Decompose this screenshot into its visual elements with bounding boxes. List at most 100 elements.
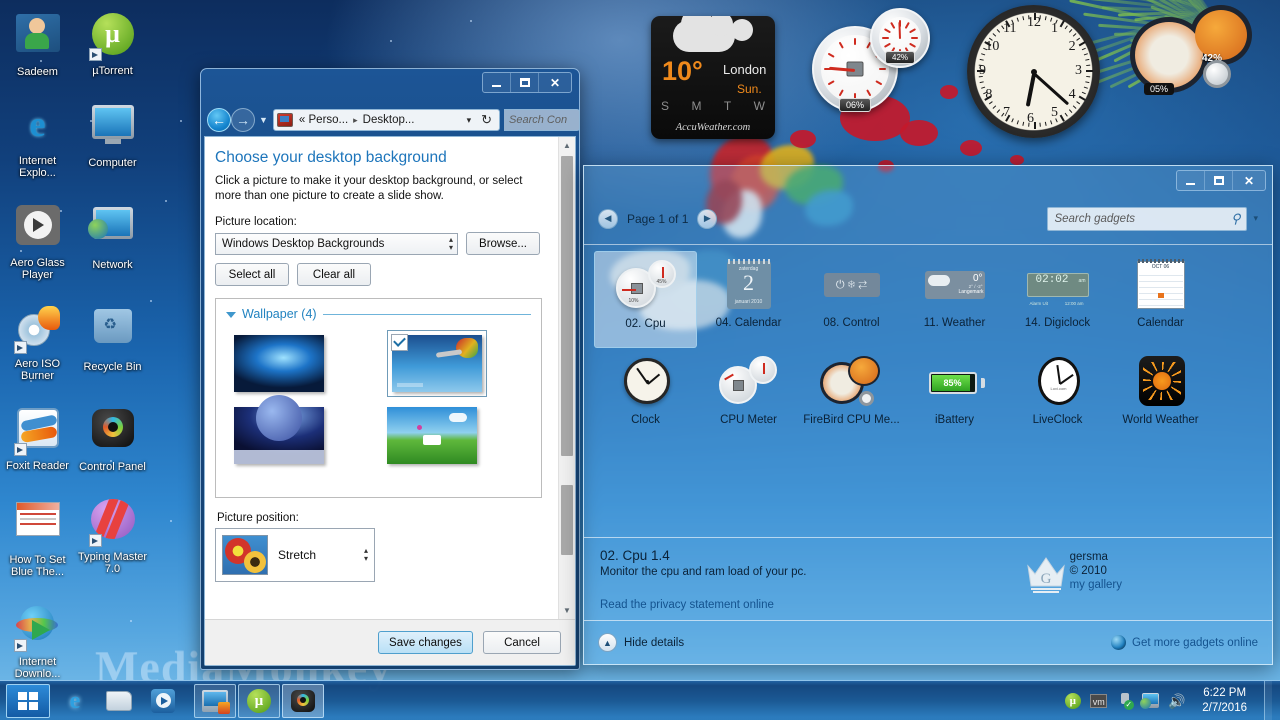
winter-planet-wallpaper[interactable] xyxy=(234,407,324,464)
my-gallery-link[interactable]: my gallery xyxy=(1070,578,1122,592)
desktop-gadget-gallery-window[interactable]: ✕ ◀ Page 1 of 1 ▶ Search gadgets ⚲ ▾ 10%… xyxy=(583,165,1273,665)
scroll-up-arrow-icon[interactable]: ▲ xyxy=(559,137,575,154)
minimize-button[interactable] xyxy=(483,73,511,92)
desktop-icon-control-panel[interactable]: Control Panel xyxy=(75,398,150,473)
gadget-item-label: 14. Digiclock xyxy=(1025,317,1090,329)
thumbnail-checkbox[interactable] xyxy=(391,334,408,351)
search-input[interactable]: Search Con xyxy=(504,109,580,131)
desktop-icon-recycle-bin[interactable]: ♻Recycle Bin xyxy=(75,297,150,373)
collapse-triangle-icon[interactable] xyxy=(226,312,236,318)
thumbnail-frame[interactable] xyxy=(387,407,477,464)
forward-button[interactable]: → xyxy=(231,108,255,132)
utorrent-taskbar-icon[interactable]: µ xyxy=(238,684,280,718)
desktop-background-window[interactable]: ✕ ← → ▼ « Perso... ▸ Desktop... ▾ ↻ Sear… xyxy=(200,68,580,670)
address-dropdown-icon[interactable]: ▾ xyxy=(461,115,478,126)
scroll-down-arrow-icon[interactable]: ▼ xyxy=(559,602,575,619)
picture-position-select[interactable]: Stretch ▴▾ xyxy=(215,528,375,582)
gadget-gallery-taskbar-icon[interactable] xyxy=(282,684,324,718)
clear-all-button[interactable]: Clear all xyxy=(297,263,371,286)
gadget-window-titlebar[interactable]: ✕ xyxy=(583,165,1273,193)
wallpaper-thumbnail-cell[interactable] xyxy=(226,327,379,399)
refresh-icon[interactable]: ↻ xyxy=(477,112,496,128)
gadget-close-button[interactable]: ✕ xyxy=(1233,171,1265,190)
gadget-item-calendar[interactable]: OCT 06Calendar xyxy=(1109,251,1212,348)
taskbar-clock[interactable]: 6:22 PM 2/7/2016 xyxy=(1194,686,1255,716)
breadcrumb-item-2[interactable]: Desktop... xyxy=(361,114,417,126)
get-more-gadgets-link[interactable]: Get more gadgets online xyxy=(1111,635,1258,650)
gadget-maximize-button[interactable] xyxy=(1205,171,1233,190)
desktop-icon-network[interactable]: Network xyxy=(75,195,150,271)
desktop-icon-internet-downlo[interactable]: Internet Downlo... xyxy=(0,594,75,680)
gadget-search-input[interactable]: Search gadgets ⚲ xyxy=(1047,207,1247,231)
analog-clock-gadget[interactable]: 121234567891011 xyxy=(967,5,1100,138)
picture-location-select[interactable]: Windows Desktop Backgrounds ▴▾ xyxy=(215,233,458,255)
gadget-item-08-control[interactable]: ⏻ ❄ ⇄08. Control xyxy=(800,251,903,348)
desktop-icon-typing-master-7-0[interactable]: Typing Master 7.0 xyxy=(75,489,150,575)
utorrent-tray-icon[interactable]: µ xyxy=(1064,692,1081,709)
gadget-minimize-button[interactable] xyxy=(1177,171,1205,190)
desktop-icon-computer[interactable]: Computer xyxy=(75,94,150,169)
thumbnail-frame[interactable] xyxy=(234,407,324,464)
wallpaper-thumbnail-cell[interactable] xyxy=(379,327,532,399)
vm-tray-icon[interactable]: vm xyxy=(1090,692,1107,709)
desktop-icon-aero-glass-player[interactable]: Aero Glass Player xyxy=(0,195,75,281)
firebird-cpu-meter-gadget[interactable]: 05% 42% xyxy=(1130,5,1260,105)
wallpaper-thumbnail-cell[interactable] xyxy=(379,399,532,471)
breadcrumb-item-1[interactable]: « Perso... xyxy=(297,114,350,126)
browse-button[interactable]: Browse... xyxy=(466,232,540,255)
maximize-button[interactable] xyxy=(511,73,539,92)
desktop-icon-sadeem[interactable]: Sadeem xyxy=(0,4,75,78)
selected-thumbnail-frame[interactable] xyxy=(387,330,487,397)
save-changes-button[interactable]: Save changes xyxy=(378,631,473,654)
desktop-icon--torrent[interactable]: µµTorrent xyxy=(75,4,150,77)
gadget-item-clock[interactable]: Clock xyxy=(594,348,697,445)
accuweather-gadget[interactable]: 10° London Sun. SMTW AccuWeather.com xyxy=(651,16,775,139)
gadget-item-firebird-cpu-me[interactable]: FireBird CPU Me... xyxy=(800,348,903,445)
internet-explorer-taskbar-icon[interactable]: e xyxy=(54,684,96,718)
thumbnail-frame[interactable] xyxy=(234,335,324,392)
search-dropdown-chevron-icon[interactable]: ▾ xyxy=(1253,213,1258,224)
tray-icon-list: µvm ✓ 🔊 xyxy=(1064,692,1185,709)
personalization-taskbar-icon[interactable] xyxy=(194,684,236,718)
show-desktop-button[interactable] xyxy=(1264,681,1272,720)
wallpaper-thumbnail-cell[interactable] xyxy=(226,399,379,471)
gadget-item-ibattery[interactable]: 85%iBattery xyxy=(903,348,1006,445)
safely-remove-tray-icon[interactable]: ✓ xyxy=(1116,692,1133,709)
desktop-icon-aero-iso-burner[interactable]: Aero ISO Burner xyxy=(0,297,75,382)
window-titlebar[interactable]: ✕ xyxy=(200,68,580,104)
previous-page-button[interactable]: ◀ xyxy=(598,209,618,229)
cpu-meter-gadget[interactable]: 06% 42% xyxy=(812,8,932,114)
vertical-scrollbar[interactable]: ▲ ▼ xyxy=(558,137,575,619)
hide-details-chevron-icon[interactable]: ▲ xyxy=(598,633,617,652)
recent-pages-chevron-icon[interactable]: ▼ xyxy=(259,115,268,125)
close-button[interactable]: ✕ xyxy=(539,73,571,92)
gadget-item-liveclock[interactable]: Lovi.comLiveClock xyxy=(1006,348,1109,445)
gadget-item-11-weather[interactable]: 0°2° / -2°Langemark11. Weather xyxy=(903,251,1006,348)
back-button[interactable]: ← xyxy=(207,108,231,132)
desktop-icon-how-to-set-blue-the[interactable]: How To Set Blue The... xyxy=(0,489,75,578)
abstract-blue-wallpaper[interactable] xyxy=(234,335,324,392)
search-icon[interactable]: ⚲ xyxy=(1231,211,1241,227)
start-button[interactable] xyxy=(6,684,50,718)
select-all-button[interactable]: Select all xyxy=(215,263,289,286)
gadget-item-14-digiclock[interactable]: 02:02amAlarm Uit12:00 am14. Digiclock xyxy=(1006,251,1109,348)
volume-tray-icon[interactable]: 🔊 xyxy=(1168,692,1185,709)
gadget-item-02-cpu[interactable]: 10%45%02. Cpu xyxy=(594,251,697,348)
green-meadow-wallpaper[interactable] xyxy=(387,407,477,464)
network-tray-icon[interactable] xyxy=(1142,692,1159,709)
address-bar[interactable]: « Perso... ▸ Desktop... ▾ ↻ xyxy=(273,109,500,131)
windows-explorer-taskbar-icon[interactable] xyxy=(98,684,140,718)
media-player-taskbar-icon[interactable] xyxy=(142,684,184,718)
wallpaper-group-header[interactable]: Wallpaper (4) xyxy=(226,307,531,321)
gadget-item-world-weather[interactable]: World Weather xyxy=(1109,348,1212,445)
gadget-item-04-calendar[interactable]: zaterdag2januari 201004. Calendar xyxy=(697,251,800,348)
hide-details-label[interactable]: Hide details xyxy=(624,637,684,649)
scrollbar-thumb-secondary[interactable] xyxy=(561,485,573,555)
next-page-button[interactable]: ▶ xyxy=(697,209,717,229)
desktop-icon-foxit-reader[interactable]: Foxit Reader xyxy=(0,398,75,472)
scrollbar-thumb[interactable] xyxy=(561,156,573,456)
cancel-button[interactable]: Cancel xyxy=(483,631,561,654)
privacy-statement-link[interactable]: Read the privacy statement online xyxy=(600,599,774,611)
gadget-item-cpu-meter[interactable]: CPU Meter xyxy=(697,348,800,445)
desktop-icon-internet-explo[interactable]: eInternet Explo... xyxy=(0,94,75,179)
